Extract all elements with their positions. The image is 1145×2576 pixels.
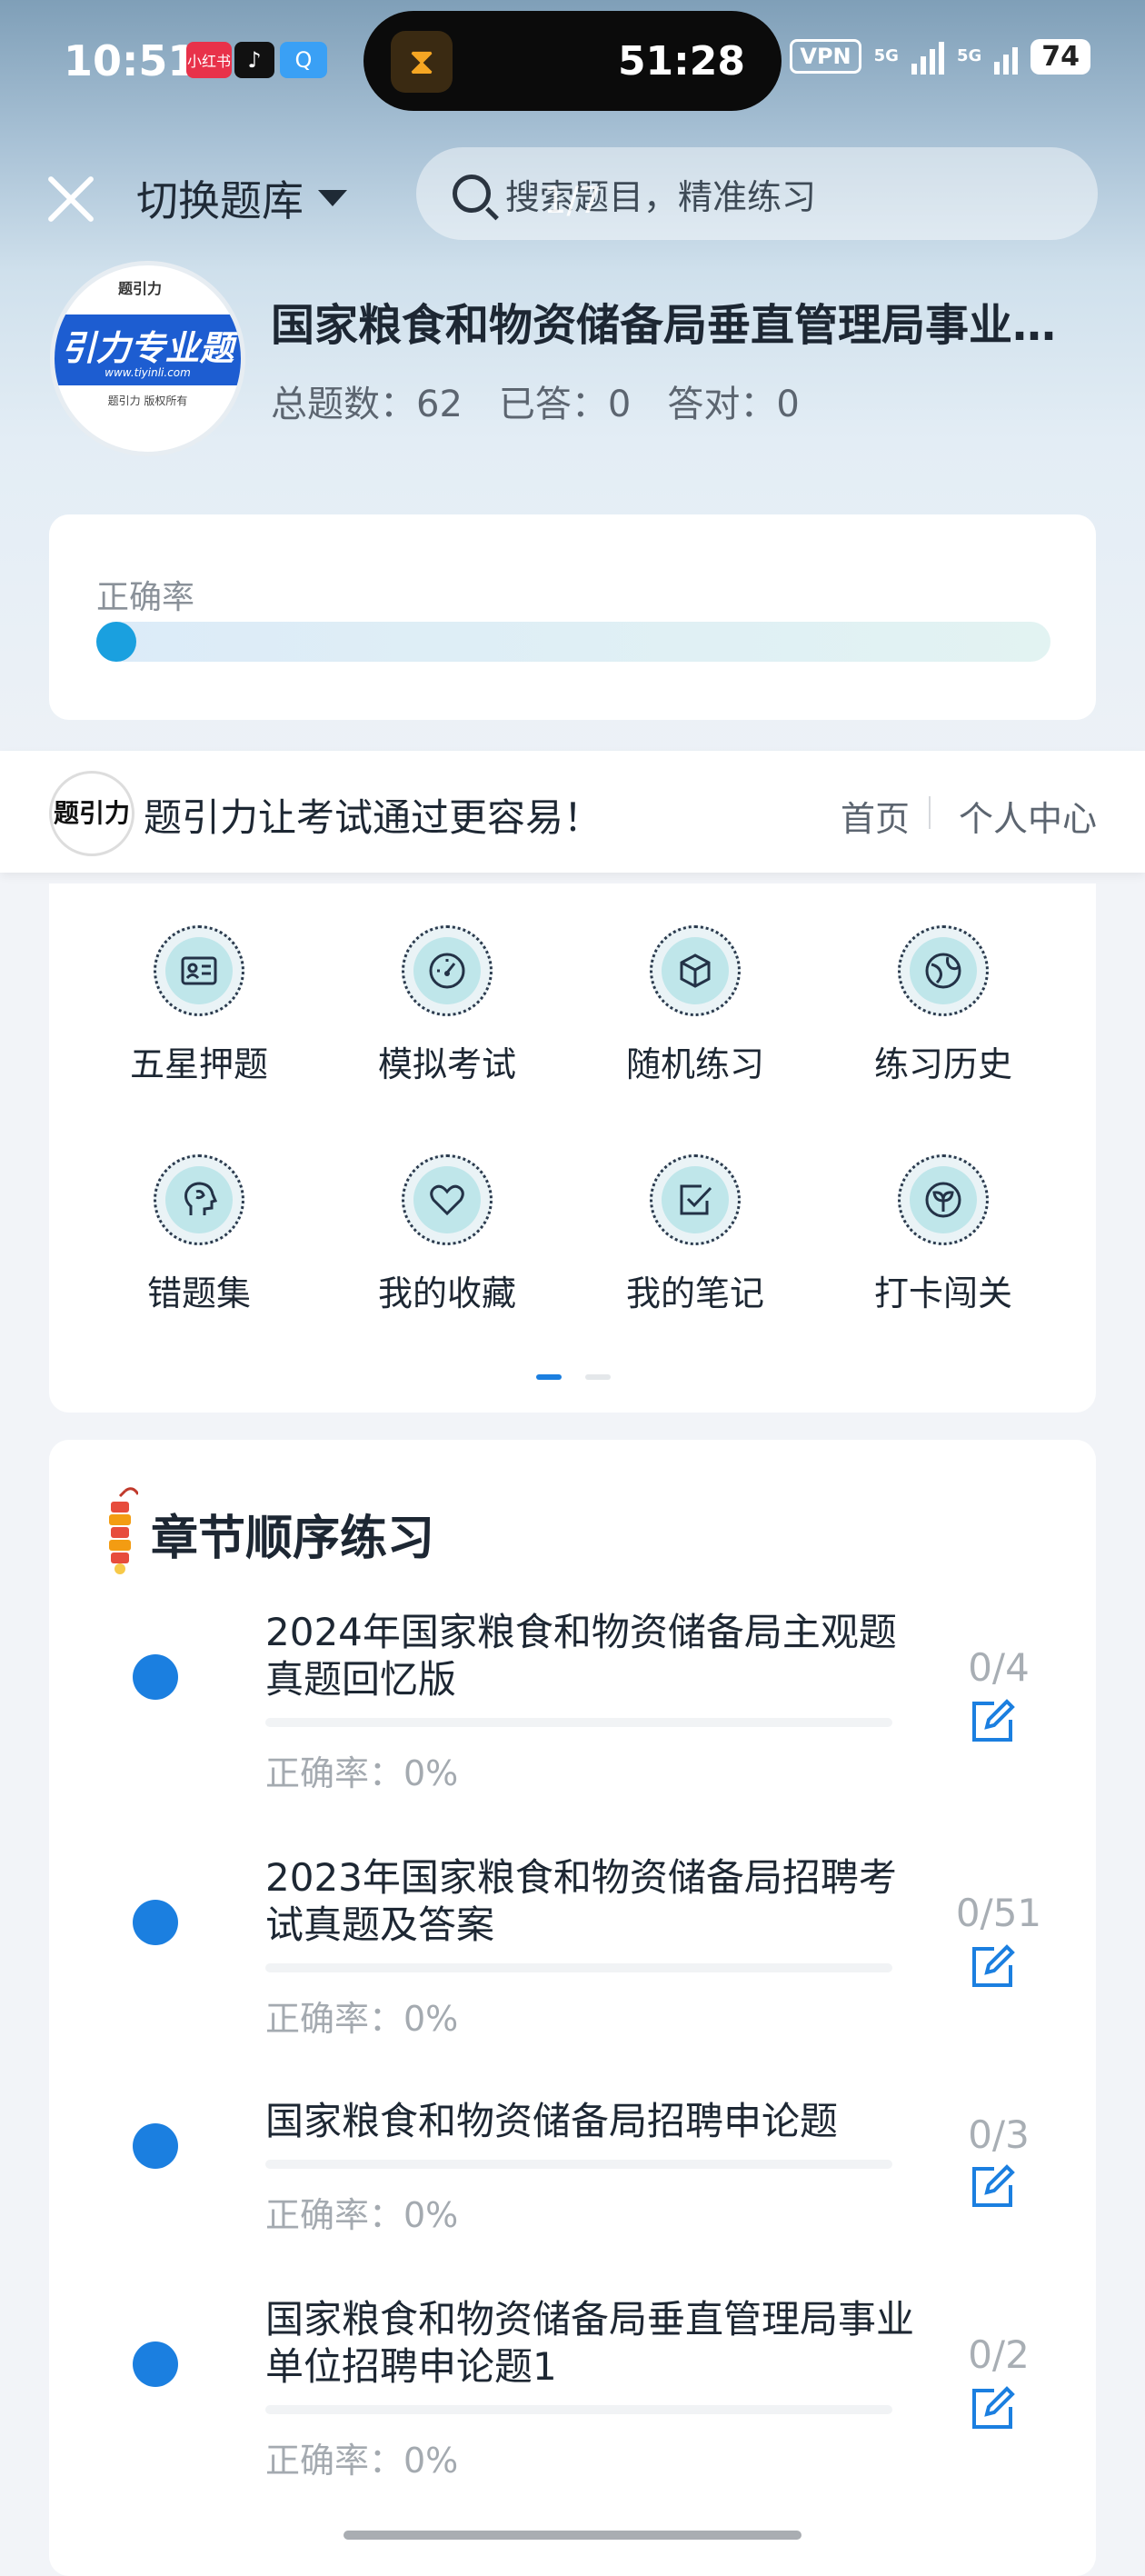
brand-banner: 题引力 题引力让考试通过更容易！ 首页 个人中心 bbox=[0, 751, 1145, 873]
feature-favorites[interactable]: 我的收藏 bbox=[323, 1154, 572, 1315]
logo-text: 引力专业题 bbox=[61, 328, 234, 368]
clock: 10:51 bbox=[64, 36, 197, 85]
accuracy-card: 正确率 bbox=[49, 514, 1096, 720]
qq-icon: Q bbox=[280, 42, 327, 78]
vpn-badge: VPN bbox=[790, 39, 861, 74]
brand-slogan: 题引力让考试通过更容易！ bbox=[144, 795, 602, 840]
accuracy-label: 正确率 bbox=[96, 579, 195, 616]
pager-dot-2[interactable] bbox=[585, 1374, 611, 1380]
search-icon bbox=[453, 175, 491, 213]
chapter-progress bbox=[265, 1718, 892, 1727]
chapter-practice-card: 章节顺序练习 2024年国家粮食和物资储备局主观题真题回忆版 正确率：0% 0/… bbox=[49, 1440, 1096, 2576]
stat-correct: 答对：0 bbox=[667, 384, 800, 425]
feature-check-in[interactable]: 打卡闯关 bbox=[819, 1154, 1068, 1315]
chapter-accuracy: 正确率：0% bbox=[265, 2441, 459, 2481]
chapter-accuracy: 正确率：0% bbox=[265, 2195, 459, 2235]
timer-readout: 51:28 bbox=[617, 38, 745, 85]
logo-url: www.tiyinli.com bbox=[105, 366, 191, 379]
chapter-progress bbox=[265, 2405, 892, 2414]
feature-notes[interactable]: 我的笔记 bbox=[571, 1154, 820, 1315]
chapter-progress bbox=[265, 1963, 892, 1972]
home-indicator[interactable] bbox=[344, 2531, 802, 2540]
battery-indicator: 74 bbox=[1030, 38, 1090, 75]
library-logo: 题引力 引力专业题 www.tiyinli.com 题引力 版权所有 bbox=[50, 261, 245, 456]
network-5g-2: 5G bbox=[956, 46, 982, 65]
stat-total: 总题数：62 bbox=[271, 384, 463, 425]
brand-logo: 题引力 bbox=[49, 771, 134, 856]
chapter-title: 2024年国家粮食和物资储备局主观题真题回忆版 bbox=[265, 1610, 897, 1702]
chapter-title: 2023年国家粮食和物资储备局招聘考试真题及答案 bbox=[265, 1855, 897, 1947]
chapter-count: 0/2 bbox=[968, 2332, 1030, 2377]
search-input[interactable]: 搜索题目，精准练习 bbox=[416, 147, 1098, 240]
chapter-bullet bbox=[133, 1900, 178, 1945]
chapter-bullet bbox=[133, 2341, 178, 2387]
chapter-accuracy: 正确率：0% bbox=[265, 1999, 459, 2039]
library-title: 国家粮食和物资储备局垂直管理局事业单位招聘 bbox=[271, 300, 1089, 351]
chapter-title: 国家粮食和物资储备局招聘申论题 bbox=[265, 2099, 839, 2143]
feature-five-star[interactable]: 五星押题 bbox=[75, 925, 324, 1086]
signal-icon bbox=[911, 38, 944, 75]
pager-dot-1[interactable] bbox=[536, 1374, 562, 1380]
gauge-icon bbox=[429, 953, 465, 989]
library-stats: 总题数：62 已答：0 答对：0 bbox=[271, 374, 800, 427]
xiaohongshu-icon: 小红书 bbox=[186, 42, 232, 78]
firecracker-icon bbox=[109, 1487, 138, 1574]
page-indicator: 1/7 bbox=[543, 180, 602, 222]
edit-icon[interactable] bbox=[967, 2162, 1018, 2212]
feature-practice-history[interactable]: 练习历史 bbox=[819, 925, 1068, 1086]
accuracy-progress-bar bbox=[96, 622, 1050, 662]
logo-mini-brand: 题引力 bbox=[118, 280, 163, 297]
status-icons: VPN 5G 5G 74 bbox=[790, 38, 1090, 75]
chapter-title: 国家粮食和物资储备局垂直管理局事业单位招聘申论题1 bbox=[265, 2297, 915, 2389]
feature-grid: 五星押题 模拟考试 随机练习 练习历史 错题集 我的收藏 我的笔记 打卡闯关 bbox=[49, 884, 1096, 1413]
chapter-heading: 章节顺序练习 bbox=[151, 1512, 435, 1566]
accuracy-progress-knob bbox=[96, 622, 136, 662]
status-bar: 10:51 小红书 ♪ Q ⧗ 51:28 VPN 5G 5G 74 bbox=[0, 0, 1145, 127]
logo-copyright: 题引力 版权所有 bbox=[107, 394, 188, 407]
nav-divider bbox=[929, 796, 931, 829]
chapter-bullet bbox=[133, 1654, 178, 1700]
chapter-count: 0/3 bbox=[968, 2112, 1030, 2157]
nav-personal-center-link[interactable]: 个人中心 bbox=[959, 791, 1097, 841]
edit-icon[interactable] bbox=[967, 1942, 1018, 1992]
chapter-count: 0/4 bbox=[968, 1645, 1030, 1690]
network-5g-1: 5G bbox=[873, 46, 899, 65]
stat-answered: 已答：0 bbox=[498, 384, 632, 425]
feature-wrong-questions[interactable]: 错题集 bbox=[75, 1154, 324, 1315]
close-icon[interactable] bbox=[36, 164, 109, 236]
check-note-icon bbox=[680, 1184, 712, 1215]
pager-dots[interactable] bbox=[536, 1374, 611, 1380]
nav-home-link[interactable]: 首页 bbox=[841, 791, 910, 841]
chapter-progress bbox=[265, 2160, 892, 2169]
chapter-bullet bbox=[133, 2123, 178, 2169]
heart-icon bbox=[430, 1184, 464, 1216]
switch-library-label: 切换题库 bbox=[136, 176, 304, 225]
caret-down-icon bbox=[318, 190, 347, 206]
chapter-count: 0/51 bbox=[955, 1891, 1042, 1935]
dynamic-island: ⧗ 51:28 bbox=[363, 11, 782, 111]
switch-library-button[interactable]: 切换题库 bbox=[136, 168, 347, 228]
hourglass-icon: ⧗ bbox=[391, 31, 453, 93]
tiktok-icon: ♪ bbox=[234, 42, 274, 78]
sprout-icon bbox=[925, 1182, 961, 1218]
feature-random-practice[interactable]: 随机练习 bbox=[571, 925, 820, 1086]
wifi-icon bbox=[994, 38, 1019, 75]
globe-icon bbox=[925, 953, 961, 989]
feature-mock-exam[interactable]: 模拟考试 bbox=[323, 925, 572, 1086]
edit-icon[interactable] bbox=[967, 1696, 1018, 1747]
edit-icon[interactable] bbox=[967, 2383, 1018, 2434]
cube-icon bbox=[680, 954, 711, 988]
chapter-accuracy: 正确率：0% bbox=[265, 1753, 459, 1793]
id-card-icon bbox=[181, 956, 217, 985]
head-icon bbox=[184, 1182, 218, 1215]
